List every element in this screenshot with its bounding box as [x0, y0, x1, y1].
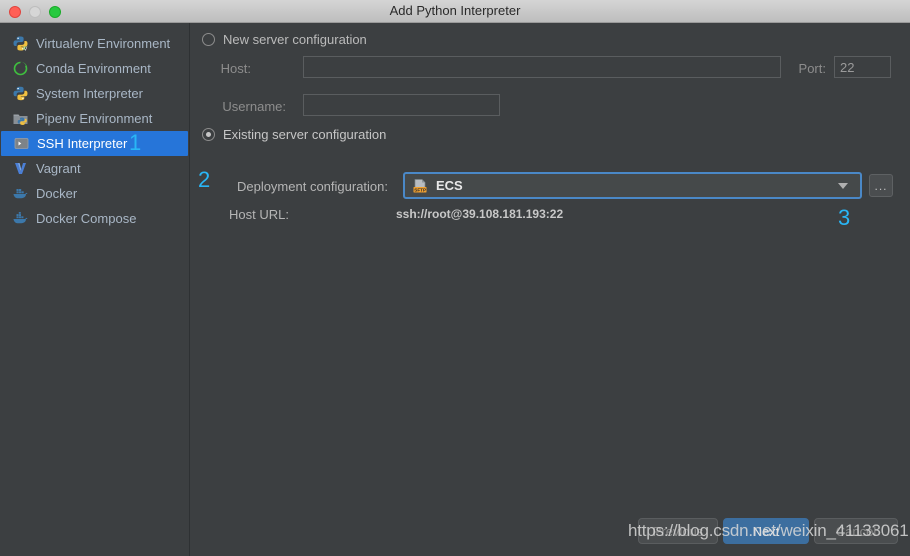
host-input[interactable]: [303, 56, 781, 78]
sidebar-item-vagrant[interactable]: Vagrant: [0, 156, 189, 181]
port-label: Port:: [798, 61, 826, 76]
new-server-configuration-radio-row[interactable]: New server configuration: [202, 32, 367, 47]
sidebar-item-ssh-interpreter[interactable]: SSH Interpreter 1: [1, 130, 188, 156]
sidebar-item-pipenv-environment[interactable]: Pipenv Environment: [0, 106, 189, 131]
sidebar-item-label: Virtualenv Environment: [36, 36, 171, 51]
sidebar-item-label: Pipenv Environment: [36, 111, 153, 126]
sidebar-item-label: SSH Interpreter: [37, 136, 128, 151]
conda-icon: [12, 60, 29, 77]
sidebar-item-docker[interactable]: Docker: [0, 181, 189, 206]
annotation-3: 3: [838, 205, 851, 230]
ssh-terminal-icon: [13, 135, 30, 152]
deployment-configuration-label: Deployment configuration:: [236, 179, 388, 194]
browse-deployment-button[interactable]: ...: [869, 174, 893, 197]
title-bar: Add Python Interpreter: [0, 0, 910, 23]
python-virtualenv-icon: V: [12, 35, 29, 52]
sidebar-item-label: Conda Environment: [36, 61, 151, 76]
host-url-label: Host URL:: [229, 207, 289, 222]
docker-whale-icon: [12, 185, 29, 202]
new-server-radio-button[interactable]: [202, 33, 215, 46]
sidebar-item-label: Docker Compose: [36, 211, 137, 226]
interpreter-config-panel: New server configuration Host: Port: Use…: [191, 23, 910, 556]
chevron-down-icon[interactable]: [838, 182, 848, 189]
username-label: Username:: [222, 99, 286, 114]
docker-compose-icon: [12, 210, 29, 227]
interpreter-type-sidebar: V Virtualenv Environment Conda Environme…: [0, 23, 190, 556]
sidebar-item-system-interpreter[interactable]: System Interpreter: [0, 81, 189, 106]
sidebar-item-docker-compose[interactable]: Docker Compose: [0, 206, 189, 231]
host-url-value: ssh://root@39.108.181.193:22: [396, 207, 564, 221]
sidebar-item-label: Docker: [36, 186, 78, 201]
sftp-server-icon: SFTP: [412, 178, 429, 194]
sidebar-item-conda-environment[interactable]: Conda Environment: [0, 56, 189, 81]
pipenv-folder-icon: [12, 110, 29, 127]
python-icon: [12, 85, 29, 102]
add-python-interpreter-dialog: Add Python Interpreter V Virtualenv Envi…: [0, 0, 910, 556]
sidebar-item-label: Vagrant: [36, 161, 81, 176]
svg-text:V: V: [24, 46, 28, 52]
host-label: Host:: [220, 61, 251, 76]
deployment-configuration-value: ECS: [436, 178, 463, 193]
vagrant-icon: [12, 160, 29, 177]
watermark-text: https://blog.csdn.net/weixin_41133061: [628, 521, 909, 540]
window-title: Add Python Interpreter: [389, 3, 521, 18]
existing-server-configuration-radio-row[interactable]: Existing server configuration: [202, 127, 386, 142]
deployment-configuration-dropdown[interactable]: SFTP ECS: [403, 172, 862, 199]
sidebar-item-virtualenv-environment[interactable]: V Virtualenv Environment: [0, 31, 189, 56]
svg-text:SFTP: SFTP: [414, 187, 426, 192]
sidebar-item-label: System Interpreter: [36, 86, 143, 101]
port-input[interactable]: [834, 56, 891, 78]
existing-server-radio-button[interactable]: [202, 128, 215, 141]
annotation-1: 1: [129, 130, 142, 155]
existing-server-radio-label: Existing server configuration: [223, 127, 387, 142]
username-input[interactable]: [303, 94, 500, 116]
new-server-radio-label: New server configuration: [223, 32, 367, 47]
